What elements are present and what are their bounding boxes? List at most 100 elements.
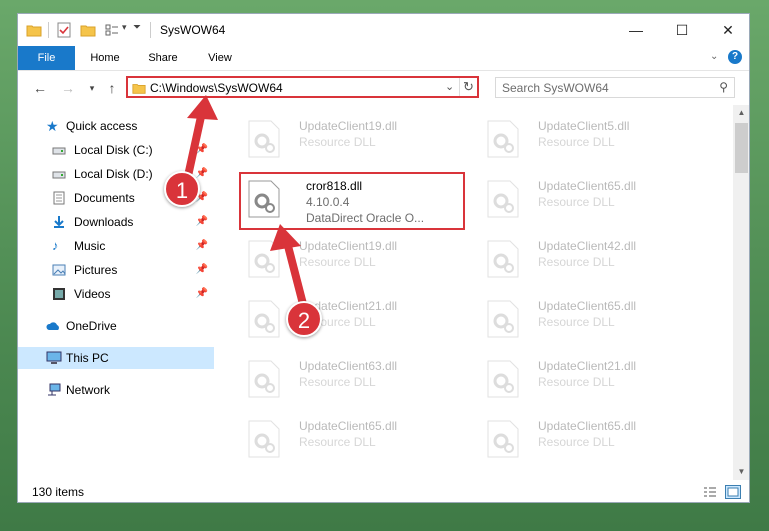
sidebar-item-label: Documents <box>74 191 135 205</box>
dll-file-icon <box>487 420 519 458</box>
step-badge-1: 1 <box>164 171 200 207</box>
dll-file-icon <box>248 420 280 458</box>
star-icon: ★ <box>46 118 59 134</box>
dll-file-icon <box>487 180 519 218</box>
address-dropdown-icon[interactable]: ⌄ <box>445 80 454 93</box>
sidebar-item-label: Local Disk (C:) <box>74 143 153 157</box>
cloud-icon <box>46 322 59 330</box>
qa-customize-icon[interactable]: ⏷ <box>133 22 143 38</box>
documents-icon <box>53 191 65 205</box>
sidebar-item-music[interactable]: ♪ Music 📌 <box>18 235 214 257</box>
downloads-icon <box>54 216 64 228</box>
file-name: UpdateClient65.dll <box>538 419 637 433</box>
sidebar-item-label: OneDrive <box>66 319 117 333</box>
search-placeholder: Search SysWOW64 <box>502 81 609 95</box>
list-item[interactable]: UpdateClient21.dll Resource DLL <box>241 295 461 343</box>
large-icons-view-icon[interactable] <box>725 485 741 499</box>
sidebar-item-label: Quick access <box>66 119 138 133</box>
pin-icon[interactable]: 📌 <box>196 240 208 251</box>
drive-icon <box>52 147 66 155</box>
pin-icon[interactable]: 📌 <box>196 168 208 179</box>
file-name: UpdateClient19.dll <box>299 239 398 253</box>
sidebar-item-label: Pictures <box>74 263 118 277</box>
maximize-button[interactable]: ☐ <box>659 14 705 46</box>
recent-locations-icon[interactable]: ▾ <box>84 80 100 96</box>
sidebar-item-label: Local Disk (D:) <box>74 167 153 181</box>
list-item[interactable]: UpdateClient5.dll Resource DLL <box>480 115 700 163</box>
file-type: Resource DLL <box>299 135 376 149</box>
list-item[interactable]: UpdateClient65.dll Resource DLL <box>480 415 700 463</box>
file-type: Resource DLL <box>538 315 615 329</box>
file-type: Resource DLL <box>299 375 376 389</box>
list-item[interactable]: UpdateClient63.dll Resource DLL <box>241 355 461 403</box>
title-bar: ▾ ⏷ SysWOW64 — ☐ ✕ <box>18 14 749 46</box>
dll-file-icon <box>487 240 519 278</box>
sidebar-item-label: Downloads <box>74 215 134 229</box>
file-type: Resource DLL <box>299 255 376 269</box>
pin-icon[interactable]: 📌 <box>196 144 208 155</box>
item-count: 130 items <box>32 485 85 499</box>
tab-file[interactable]: File <box>18 46 75 70</box>
navigation-bar: ← → ▾ ↑ C:\Windows\SysWOW64 ⌄ ↻ Search S… <box>18 71 749 105</box>
list-item[interactable]: UpdateClient19.dll Resource DLL <box>241 235 461 283</box>
pin-icon[interactable]: 📌 <box>196 264 208 275</box>
navigation-pane: ★ Quick access Local Disk (C:) 📌 Local D… <box>18 105 214 480</box>
sidebar-item-network[interactable]: Network <box>18 379 214 401</box>
customize-toolbar-icon[interactable] <box>104 22 120 38</box>
back-icon[interactable]: ← <box>32 80 48 96</box>
drive-icon <box>52 171 66 179</box>
file-name: UpdateClient19.dll <box>299 119 398 133</box>
file-type: Resource DLL <box>299 435 376 449</box>
sidebar-item-onedrive[interactable]: OneDrive <box>18 315 214 337</box>
list-item[interactable]: UpdateClient21.dll Resource DLL <box>480 355 700 403</box>
file-type: Resource DLL <box>538 375 615 389</box>
new-folder-icon[interactable] <box>80 22 96 38</box>
list-item[interactable]: UpdateClient65.dll Resource DLL <box>480 295 700 343</box>
help-icon[interactable]: ? <box>728 50 742 64</box>
list-item[interactable]: UpdateClient65.dll Resource DLL <box>241 415 461 463</box>
file-name: UpdateClient42.dll <box>538 239 637 253</box>
properties-icon[interactable] <box>56 22 72 38</box>
up-icon[interactable]: ↑ <box>104 80 120 96</box>
sidebar-item-pictures[interactable]: Pictures 📌 <box>18 259 214 281</box>
sidebar-item-local-disk-c[interactable]: Local Disk (C:) 📌 <box>18 139 214 161</box>
refresh-icon[interactable]: ↻ <box>463 79 474 95</box>
scroll-up-icon[interactable]: ▲ <box>733 105 749 121</box>
dll-file-icon <box>248 120 280 158</box>
search-input[interactable]: Search SysWOW64 ⚲ <box>495 77 735 98</box>
sidebar-item-downloads[interactable]: Downloads 📌 <box>18 211 214 233</box>
vertical-scrollbar[interactable]: ▲ ▼ <box>733 105 749 480</box>
pin-icon[interactable]: 📌 <box>196 288 208 299</box>
pictures-icon <box>52 264 66 276</box>
sidebar-item-this-pc[interactable]: This PC <box>18 347 214 369</box>
address-bar[interactable]: C:\Windows\SysWOW64 ⌄ ↻ <box>126 76 479 98</box>
dll-file-icon <box>487 120 519 158</box>
list-item[interactable]: UpdateClient42.dll Resource DLL <box>480 235 700 283</box>
music-icon: ♪ <box>52 238 59 253</box>
search-icon[interactable]: ⚲ <box>719 80 728 94</box>
sidebar-item-label: Music <box>74 239 106 253</box>
file-name: UpdateClient65.dll <box>538 179 637 193</box>
minimize-button[interactable]: — <box>613 14 659 46</box>
file-type: Resource DLL <box>538 195 615 209</box>
qa-dropdown-icon[interactable]: ▾ <box>122 22 127 33</box>
scrollbar-thumb[interactable] <box>735 123 748 173</box>
sidebar-item-label: This PC <box>66 351 109 365</box>
expand-ribbon-icon[interactable]: ⌄ <box>710 51 718 62</box>
dll-file-icon <box>248 240 280 278</box>
tab-share[interactable]: Share <box>138 46 188 70</box>
tab-view[interactable]: View <box>195 46 245 70</box>
list-item[interactable]: UpdateClient65.dll Resource DLL <box>480 175 700 223</box>
sidebar-item-label: Videos <box>74 287 111 301</box>
list-item[interactable]: UpdateClient19.dll Resource DLL <box>241 115 461 163</box>
dll-file-icon <box>248 300 280 338</box>
sidebar-item-quick-access[interactable]: ★ Quick access <box>18 115 214 137</box>
forward-icon[interactable]: → <box>60 80 76 96</box>
pin-icon[interactable]: 📌 <box>196 216 208 227</box>
close-button[interactable]: ✕ <box>705 14 749 46</box>
scroll-down-icon[interactable]: ▼ <box>733 464 749 480</box>
tab-home[interactable]: Home <box>80 46 130 70</box>
details-view-icon[interactable] <box>703 486 717 498</box>
sidebar-item-videos[interactable]: Videos 📌 <box>18 283 214 305</box>
file-name: UpdateClient5.dll <box>538 119 630 133</box>
